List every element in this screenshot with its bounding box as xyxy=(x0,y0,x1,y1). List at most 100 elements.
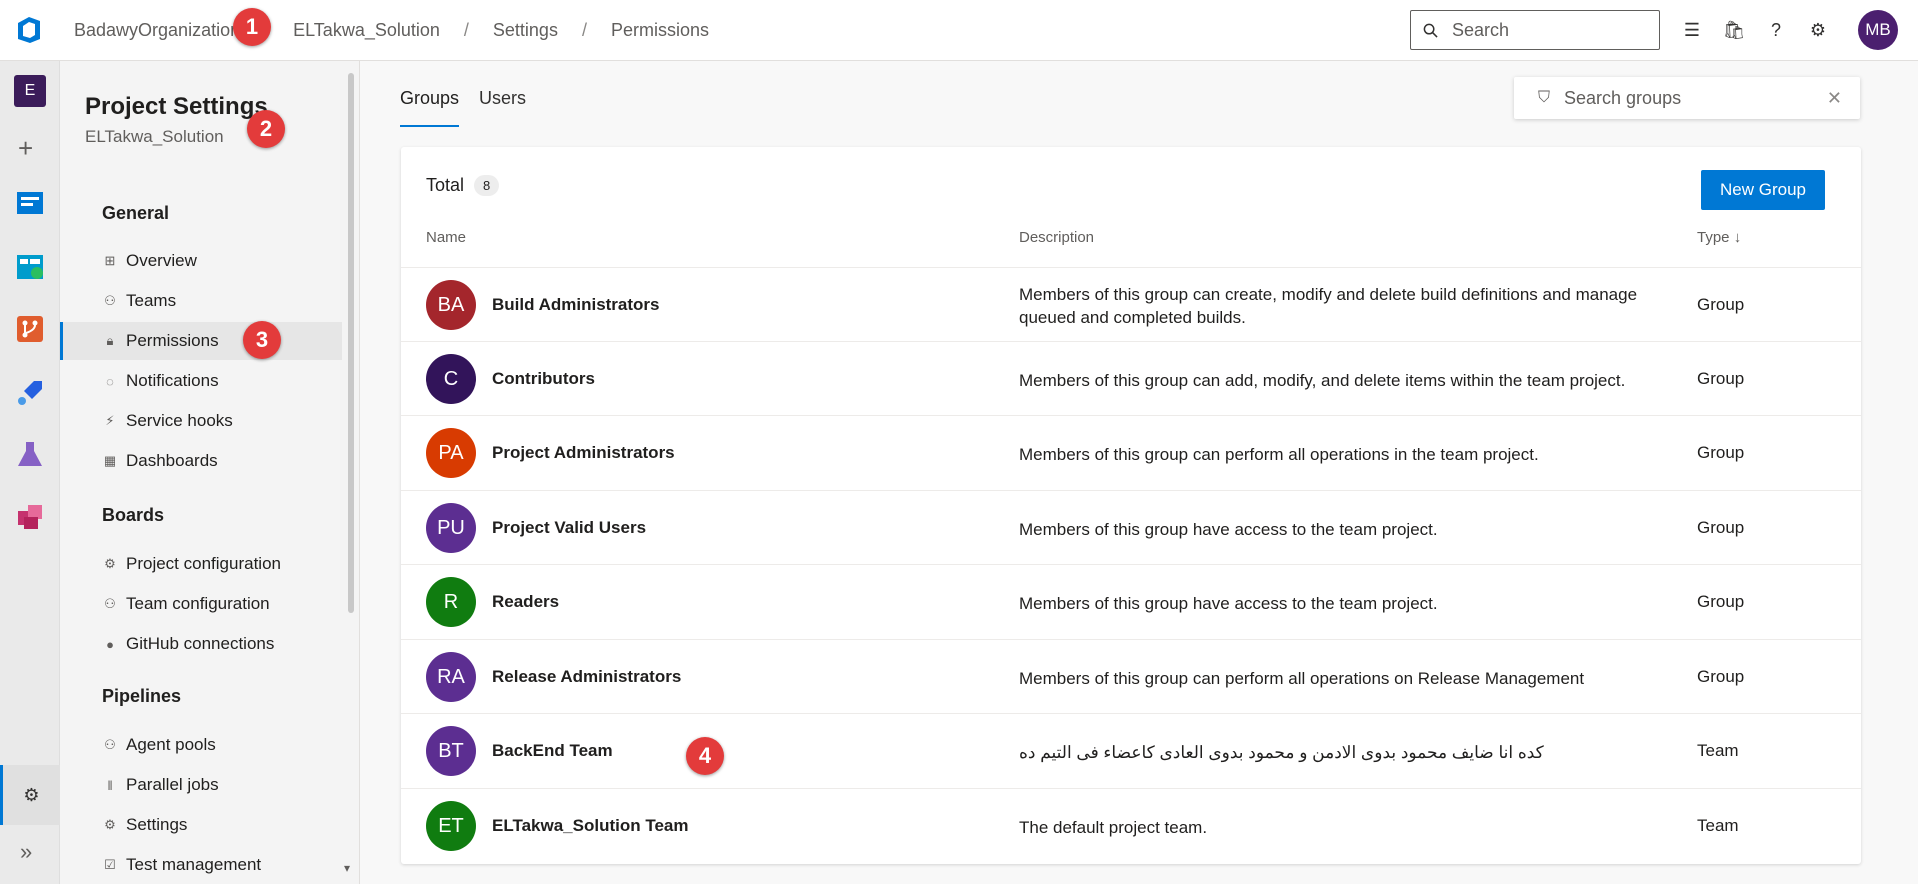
marketplace-bag-icon[interactable]: 🛍 xyxy=(1720,14,1748,46)
group-avatar: RA xyxy=(426,652,476,702)
group-description: Members of this group can add, modify, a… xyxy=(1019,371,1626,390)
group-avatar: BT xyxy=(426,726,476,776)
azure-devops-logo-icon[interactable] xyxy=(14,14,46,46)
tab-users[interactable]: Users xyxy=(479,88,526,127)
nav-scrollbar[interactable] xyxy=(348,73,354,613)
annotation-marker: 2 xyxy=(247,110,285,148)
column-header-type[interactable]: Type ↓ xyxy=(1697,229,1741,246)
boards-icon[interactable] xyxy=(14,251,46,283)
nav-item-permissions[interactable]: 🔒︎ Permissions xyxy=(60,322,342,360)
group-name[interactable]: Project Administrators xyxy=(492,443,675,463)
user-avatar[interactable]: MB xyxy=(1858,10,1898,50)
group-name[interactable]: Readers xyxy=(492,592,559,612)
group-name[interactable]: Contributors xyxy=(492,369,595,389)
group-name[interactable]: ELTakwa_Solution Team xyxy=(492,816,688,836)
breadcrumb-project[interactable]: ELTakwa_Solution xyxy=(293,20,440,41)
nav-item-label: Service hooks xyxy=(126,411,233,430)
nav-item-project-configuration[interactable]: ⚙ Project configuration xyxy=(60,545,342,583)
group-name[interactable]: Release Administrators xyxy=(492,667,681,687)
nav-item-agent-pools[interactable]: ⚇ Agent pools xyxy=(60,726,342,764)
gear-icon: ⚙ xyxy=(104,817,116,832)
search-groups-placeholder: Search groups xyxy=(1564,87,1682,108)
nav-item-label: Test management xyxy=(126,855,262,874)
settings-nav: Project Settings ELTakwa_Solution Genera… xyxy=(60,61,360,884)
nav-item-github-connections[interactable]: ● GitHub connections xyxy=(60,625,342,663)
breadcrumb-permissions[interactable]: Permissions xyxy=(611,20,709,41)
group-type: Group xyxy=(1697,592,1745,611)
column-header-description[interactable]: Description xyxy=(1019,229,1094,246)
breadcrumb-organization[interactable]: BadawyOrganization xyxy=(74,20,240,41)
group-name[interactable]: Project Valid Users xyxy=(492,518,646,538)
nav-item-teams[interactable]: ⚇ Teams xyxy=(60,282,342,320)
overview-icon[interactable] xyxy=(14,187,46,219)
table-row[interactable]: PA Project Administrators Members of this … xyxy=(401,415,1861,490)
group-description: Members of this group have access to the… xyxy=(1019,594,1438,613)
pipelines-icon[interactable] xyxy=(14,377,46,409)
nav-item-overview[interactable]: ⊞ Overview xyxy=(60,242,342,280)
plug-icon: ⚡︎ xyxy=(105,413,115,428)
nav-item-team-configuration[interactable]: ⚇ Team configuration xyxy=(60,585,342,623)
nav-item-notifications[interactable]: ◌ Notifications xyxy=(60,362,342,400)
repos-icon[interactable] xyxy=(14,313,46,345)
dashboard-icon: ▦ xyxy=(103,453,117,468)
group-avatar: C xyxy=(426,354,476,404)
test-plans-icon[interactable] xyxy=(14,439,46,471)
total-label: Total xyxy=(426,175,465,195)
table-row[interactable]: PU Project Valid Users Members of this gro… xyxy=(401,490,1861,565)
nav-item-settings[interactable]: ⚙ Settings xyxy=(60,806,342,844)
help-icon[interactable]: ? xyxy=(1762,14,1790,46)
new-group-button[interactable]: New Group xyxy=(1701,170,1825,210)
artifacts-icon[interactable] xyxy=(14,501,46,533)
nav-group-pipelines: Pipelines xyxy=(102,686,182,706)
group-type: Team xyxy=(1697,816,1739,835)
tab-groups[interactable]: Groups xyxy=(400,88,460,127)
project-settings-gear-icon[interactable]: ⚙ xyxy=(0,765,60,825)
table-row[interactable]: BT BackEnd Team كده انا ضايف محمود بدوى ال… xyxy=(401,713,1861,788)
breadcrumb: BadawyOrganization / ELTakwa_Solution / … xyxy=(74,20,709,41)
agent-pools-icon: ⚇ xyxy=(104,737,116,752)
group-description: Members of this group can create, modify… xyxy=(1019,285,1638,327)
project-avatar[interactable]: E xyxy=(14,75,46,107)
expand-chevron-icon[interactable]: » xyxy=(20,839,32,865)
page-title: Project Settings xyxy=(85,93,268,120)
table-row[interactable]: RA Release Administrators Members of this … xyxy=(401,639,1861,714)
github-icon: ● xyxy=(106,636,114,652)
search-input[interactable]: Search xyxy=(1410,10,1660,50)
project-config-icon: ⚙ xyxy=(104,556,116,571)
group-name[interactable]: Build Administrators xyxy=(492,295,660,315)
table-row[interactable]: R Readers Members of this group have acces… xyxy=(401,564,1861,639)
breadcrumb-settings[interactable]: Settings xyxy=(493,20,558,41)
table-row[interactable]: ET ELTakwa_Solution Team The default proje… xyxy=(401,788,1861,863)
group-type: Group xyxy=(1697,443,1745,462)
team-config-icon: ⚇ xyxy=(104,596,116,611)
nav-item-label: Parallel jobs xyxy=(126,775,219,794)
nav-item-dashboards[interactable]: ▦ Dashboards xyxy=(60,442,342,480)
column-header-name[interactable]: Name xyxy=(426,229,466,246)
left-rail: E + ⚙ » xyxy=(0,61,60,884)
group-type: Team xyxy=(1697,741,1739,760)
search-groups-input[interactable]: ⛉ Search groups ✕ xyxy=(1514,77,1860,119)
nav-item-label: Teams xyxy=(126,291,177,310)
table-row[interactable]: C Contributors Members of this group can a… xyxy=(401,341,1861,416)
lock-icon: 🔒︎ xyxy=(106,333,114,348)
group-name[interactable]: BackEnd Team xyxy=(492,741,613,761)
parallel-jobs-icon: ‖ xyxy=(107,777,113,793)
group-type: Group xyxy=(1697,369,1745,388)
nav-item-test-management[interactable]: ☑ Test management xyxy=(60,846,342,884)
nav-item-label: Agent pools xyxy=(126,735,216,754)
nav-item-label: GitHub connections xyxy=(126,634,275,653)
scroll-down-icon[interactable]: ▾ xyxy=(344,861,350,875)
nav-item-service-hooks[interactable]: ⚡︎ Service hooks xyxy=(60,402,342,440)
overview-icon: ⊞ xyxy=(104,253,116,268)
checklist-icon[interactable]: ☰ xyxy=(1678,14,1706,46)
breadcrumb-separator: / xyxy=(463,20,469,40)
table-row[interactable]: BA Build Administrators Members of this gr… xyxy=(401,267,1861,342)
nav-item-parallel-jobs[interactable]: ‖ Parallel jobs xyxy=(60,766,342,804)
group-type: Group xyxy=(1697,667,1745,686)
group-description: Members of this group can perform all op… xyxy=(1019,669,1585,688)
add-icon[interactable]: + xyxy=(18,133,33,164)
close-icon[interactable]: ✕ xyxy=(1827,88,1842,109)
user-settings-icon[interactable]: ⚙ xyxy=(1804,14,1832,46)
type-label: Type xyxy=(1697,229,1730,246)
annotation-marker: 4 xyxy=(686,737,724,775)
